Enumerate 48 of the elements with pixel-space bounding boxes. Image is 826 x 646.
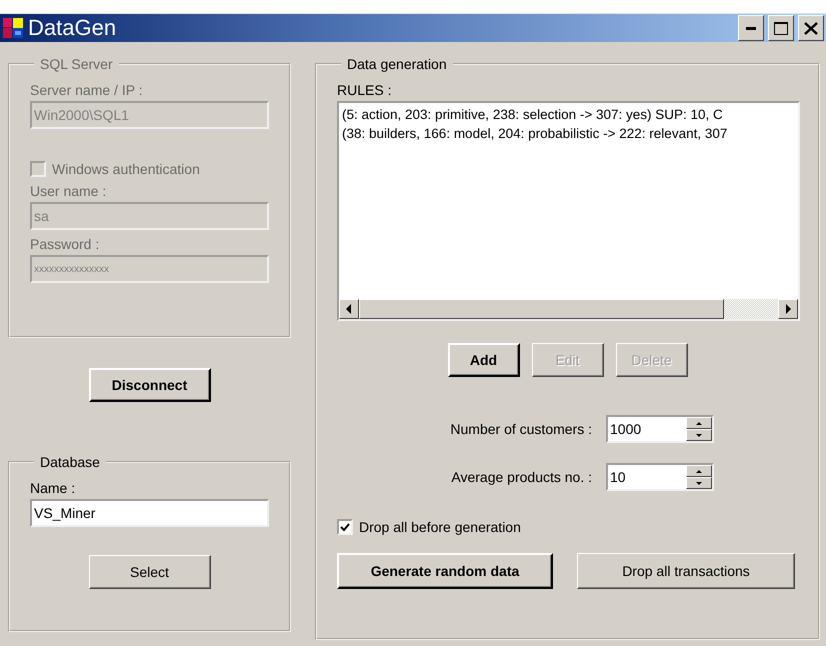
button[interactable]: Generate random data xyxy=(337,553,553,589)
button[interactable]: Disconnect xyxy=(88,368,210,402)
spin-down-button[interactable] xyxy=(686,477,712,489)
number-spinner[interactable]: 1000 xyxy=(606,415,714,443)
app-icon xyxy=(2,17,24,39)
left-arrow-icon xyxy=(345,304,353,314)
minimize-icon xyxy=(746,26,756,30)
right-arrow-icon xyxy=(784,304,792,314)
down-arrow-icon xyxy=(696,482,702,484)
spinner-value: 1000 xyxy=(609,421,642,437)
spin-up-button[interactable] xyxy=(686,465,712,477)
spinner-label: Average products no. : xyxy=(451,469,592,485)
checkbox-label: Windows authentication xyxy=(52,161,200,177)
spin-down-button[interactable] xyxy=(686,429,712,441)
rule-item[interactable]: (5: action, 203: primitive, 238: selection -> 307: yes) SUP: 10, C xyxy=(342,105,795,124)
spinner-label: Number of customers : xyxy=(450,421,592,437)
scroll-right-button[interactable] xyxy=(778,299,798,319)
close-icon xyxy=(804,22,818,34)
button[interactable]: Drop all transactions xyxy=(577,553,795,589)
button[interactable]: Add xyxy=(448,343,520,377)
group-title: SQL Server xyxy=(39,56,114,72)
number-spinner[interactable]: 10 xyxy=(606,463,714,491)
window-title: DataGen xyxy=(28,15,118,41)
horizontal-scrollbar[interactable] xyxy=(339,299,798,319)
checkbox[interactable] xyxy=(337,519,353,535)
down-arrow-icon xyxy=(696,434,702,436)
field-label: Name : xyxy=(30,480,76,496)
field-label: Server name / IP : xyxy=(30,82,144,98)
maximize-icon xyxy=(774,22,788,34)
check-icon xyxy=(340,522,350,532)
minimize-button[interactable] xyxy=(738,15,764,41)
up-arrow-icon xyxy=(696,470,702,472)
field-label: Password : xyxy=(30,236,100,252)
group-title: Database xyxy=(39,454,101,470)
spinner-value: 10 xyxy=(609,469,627,485)
rule-item[interactable]: (38: builders, 166: model, 204: probabilistic -> 222: relevant, 307 xyxy=(342,124,795,143)
scroll-left-button[interactable] xyxy=(339,299,359,319)
close-button[interactable] xyxy=(798,15,824,41)
spin-up-button[interactable] xyxy=(686,417,712,429)
field-label: User name : xyxy=(30,183,108,199)
database-name-field[interactable]: VS_Miner xyxy=(30,499,269,527)
up-arrow-icon xyxy=(696,422,702,424)
button[interactable]: Select xyxy=(88,555,210,589)
checkbox-label: Drop all before generation xyxy=(359,519,521,535)
maximize-button[interactable] xyxy=(768,15,794,41)
scroll-thumb[interactable] xyxy=(359,299,724,319)
group-title: Data generation xyxy=(346,56,448,72)
rules-label: RULES : xyxy=(337,82,392,98)
